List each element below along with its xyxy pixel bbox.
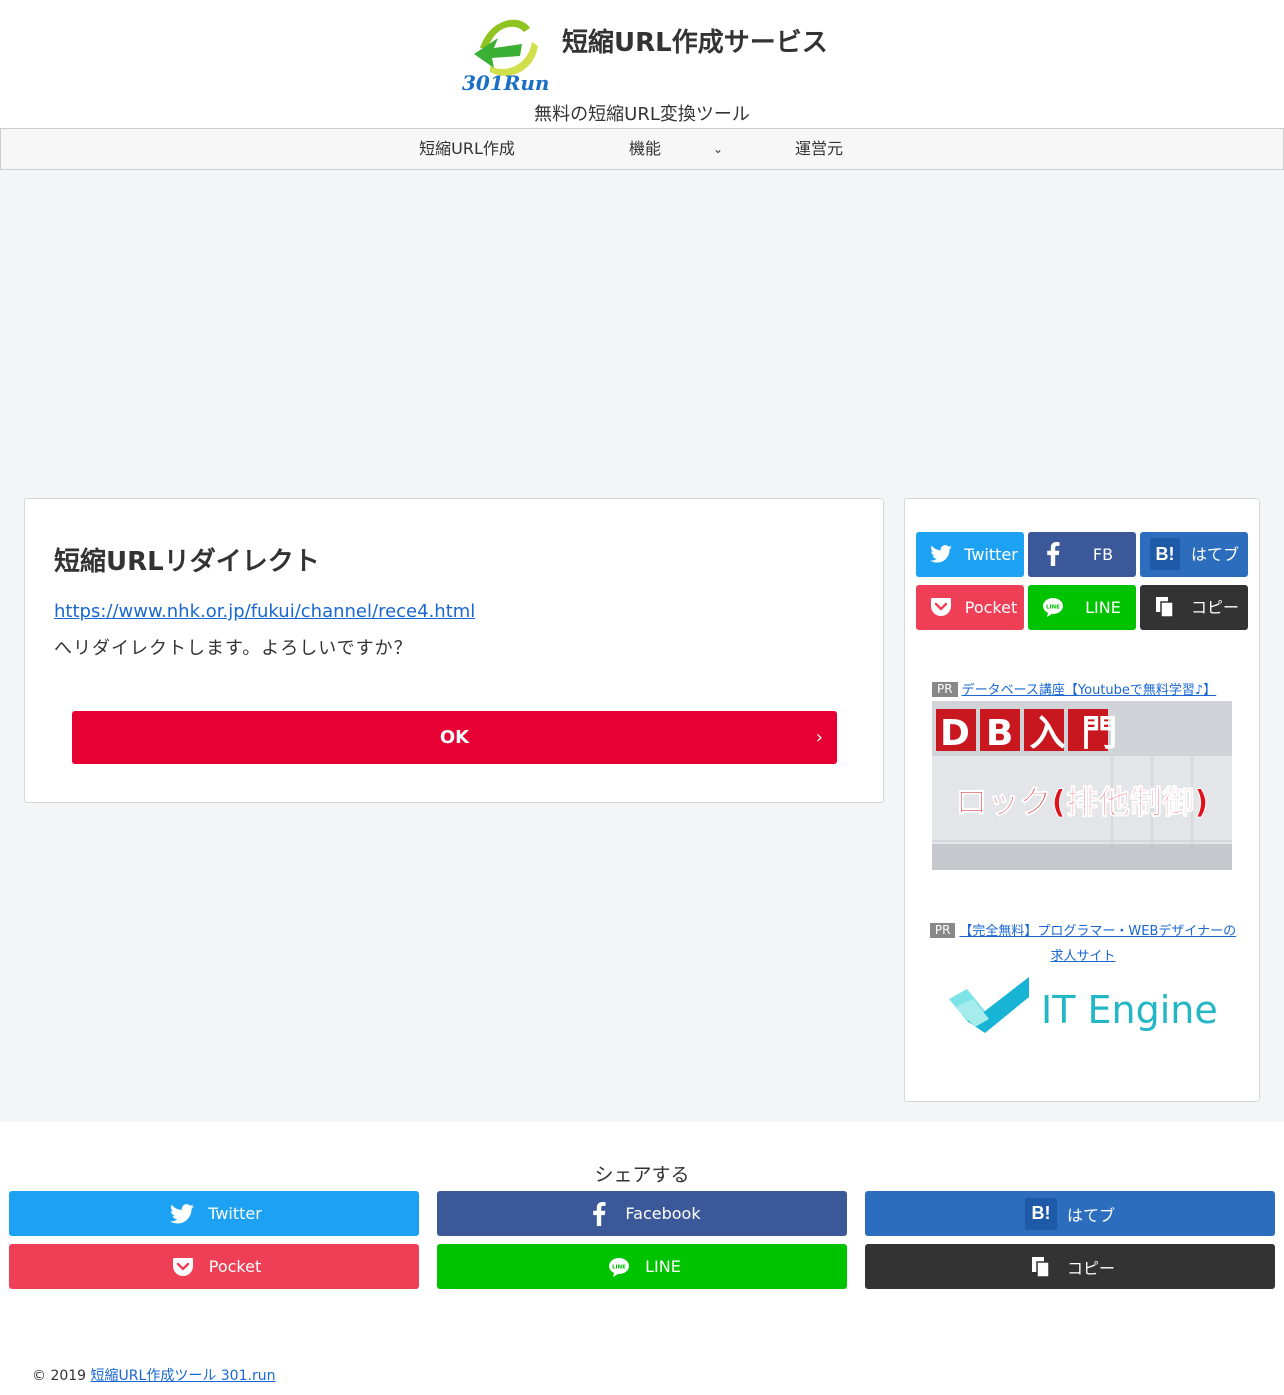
nav-item-create[interactable]: 短縮URL作成 <box>377 129 557 169</box>
target-url-link[interactable]: https://www.nhk.or.jp/fukui/channel/rece… <box>54 601 475 622</box>
share-label: はてブ <box>1066 1205 1115 1225</box>
ad-banner-title-text: DB入門 <box>940 713 1133 754</box>
footer-share-hatena-button[interactable]: B! はてブ <box>865 1191 1275 1236</box>
copyright: © 2019 短縮URL作成ツール 301.run <box>32 1365 275 1385</box>
nav-item-operator[interactable]: 運営元 <box>733 129 905 169</box>
footer-share-line-button[interactable]: LINE LINE <box>437 1244 847 1289</box>
pr-badge: PR <box>932 682 958 697</box>
chevron-down-icon: ⌄ <box>712 142 723 156</box>
footer-share-twitter-button[interactable]: Twitter <box>9 1191 419 1236</box>
nav-item-label: 短縮URL作成 <box>419 139 515 158</box>
redirect-card: 短縮URLリダイレクト https://www.nhk.or.jp/fukui/… <box>24 498 884 803</box>
sidebar-share-line-button[interactable]: LINE LINE <box>1028 585 1136 630</box>
ad-it-engine-link-line2[interactable]: 求人サイト <box>1050 949 1115 964</box>
site-header: 301Run 短縮URL作成サービス 無料の短縮URL変換ツール <box>0 0 1284 128</box>
nav-item-label: 運営元 <box>794 139 843 158</box>
share-label: Twitter <box>964 545 1018 564</box>
share-label: Facebook <box>625 1204 701 1223</box>
footer-share-pocket-button[interactable]: Pocket <box>9 1244 419 1289</box>
share-label: Twitter <box>208 1204 262 1223</box>
copy-icon <box>1150 591 1180 623</box>
share-label: FB <box>1092 545 1114 564</box>
facebook-icon <box>1038 538 1068 570</box>
ad-db-course-banner[interactable]: DB入門 ロック(排他制御) <box>932 701 1232 870</box>
ok-button[interactable]: OK › <box>72 711 837 764</box>
share-label: はてブ <box>1190 545 1239 564</box>
chevron-right-icon: › <box>815 727 823 748</box>
site-title[interactable]: 短縮URL作成サービス <box>562 22 828 59</box>
it-engine-logo[interactable]: IT Engine <box>945 971 1225 1041</box>
svg-text:LINE: LINE <box>612 1264 626 1270</box>
footer-share-facebook-button[interactable]: Facebook <box>437 1191 847 1236</box>
nav-item-features[interactable]: 機能 ⌄ <box>557 129 733 169</box>
copyright-link[interactable]: 短縮URL作成ツール 301.run <box>91 1368 276 1384</box>
pocket-icon <box>167 1251 199 1283</box>
share-label: LINE <box>1085 598 1121 617</box>
share-label: コピー <box>1190 598 1239 617</box>
footer-copy-button[interactable]: コピー <box>865 1244 1275 1289</box>
copy-icon <box>1025 1251 1057 1283</box>
share-section-title: シェアする <box>594 1164 690 1186</box>
ad-db-course-link[interactable]: データベース講座【Youtubeで無料学習♪】 <box>962 683 1217 698</box>
site-tagline: 無料の短縮URL変換ツール <box>534 104 750 125</box>
share-label: コピー <box>1066 1258 1115 1278</box>
pr-badge: PR <box>929 923 956 938</box>
sidebar-share-facebook-button[interactable]: FB <box>1028 532 1136 577</box>
it-engine-logo-text: IT Engine <box>1041 988 1218 1032</box>
sidebar-share-twitter-button[interactable]: Twitter <box>916 532 1024 577</box>
site-logo[interactable]: 301Run <box>460 8 552 95</box>
ok-button-label: OK <box>439 727 470 748</box>
page-title: 短縮URLリダイレクト <box>54 547 320 577</box>
share-label: Pocket <box>208 1257 262 1276</box>
ad-banner-subtitle-text: ロック(排他制御) <box>955 783 1208 821</box>
line-icon: LINE <box>1038 591 1068 623</box>
hatena-icon: B! <box>1150 538 1180 570</box>
share-label: Pocket <box>964 598 1018 617</box>
sidebar-share-hatena-button[interactable]: B! はてブ <box>1140 532 1248 577</box>
ad-db-course: PR データベース講座【Youtubeで無料学習♪】 <box>932 679 1216 698</box>
ad-it-engine-link[interactable]: 【完全無料】プログラマー・WEBデザイナーの <box>959 924 1236 939</box>
line-icon: LINE <box>603 1251 635 1283</box>
share-label: LINE <box>645 1257 681 1276</box>
nav-item-label: 機能 <box>628 139 661 158</box>
svg-text:LINE: LINE <box>1046 605 1060 611</box>
twitter-icon <box>926 538 956 570</box>
twitter-icon <box>166 1198 198 1230</box>
ad-it-engine: PR 【完全無料】プログラマー・WEBデザイナーの 求人サイト <box>917 919 1249 969</box>
global-nav: 短縮URL作成 機能 ⌄ 運営元 <box>0 128 1284 170</box>
sidebar-share-pocket-button[interactable]: Pocket <box>916 585 1024 630</box>
copyright-text: © 2019 <box>32 1368 87 1384</box>
facebook-icon <box>583 1198 615 1230</box>
logo-text: 301Run <box>462 71 549 94</box>
pocket-icon <box>926 591 956 623</box>
sidebar: Twitter FB B! はてブ Pocket LINE LINE コピー P… <box>904 498 1260 1102</box>
hatena-icon: B! <box>1024 1197 1057 1230</box>
sidebar-copy-button[interactable]: コピー <box>1140 585 1248 630</box>
redirect-message: へリダイレクトします。よろしいですか？ <box>54 638 413 659</box>
